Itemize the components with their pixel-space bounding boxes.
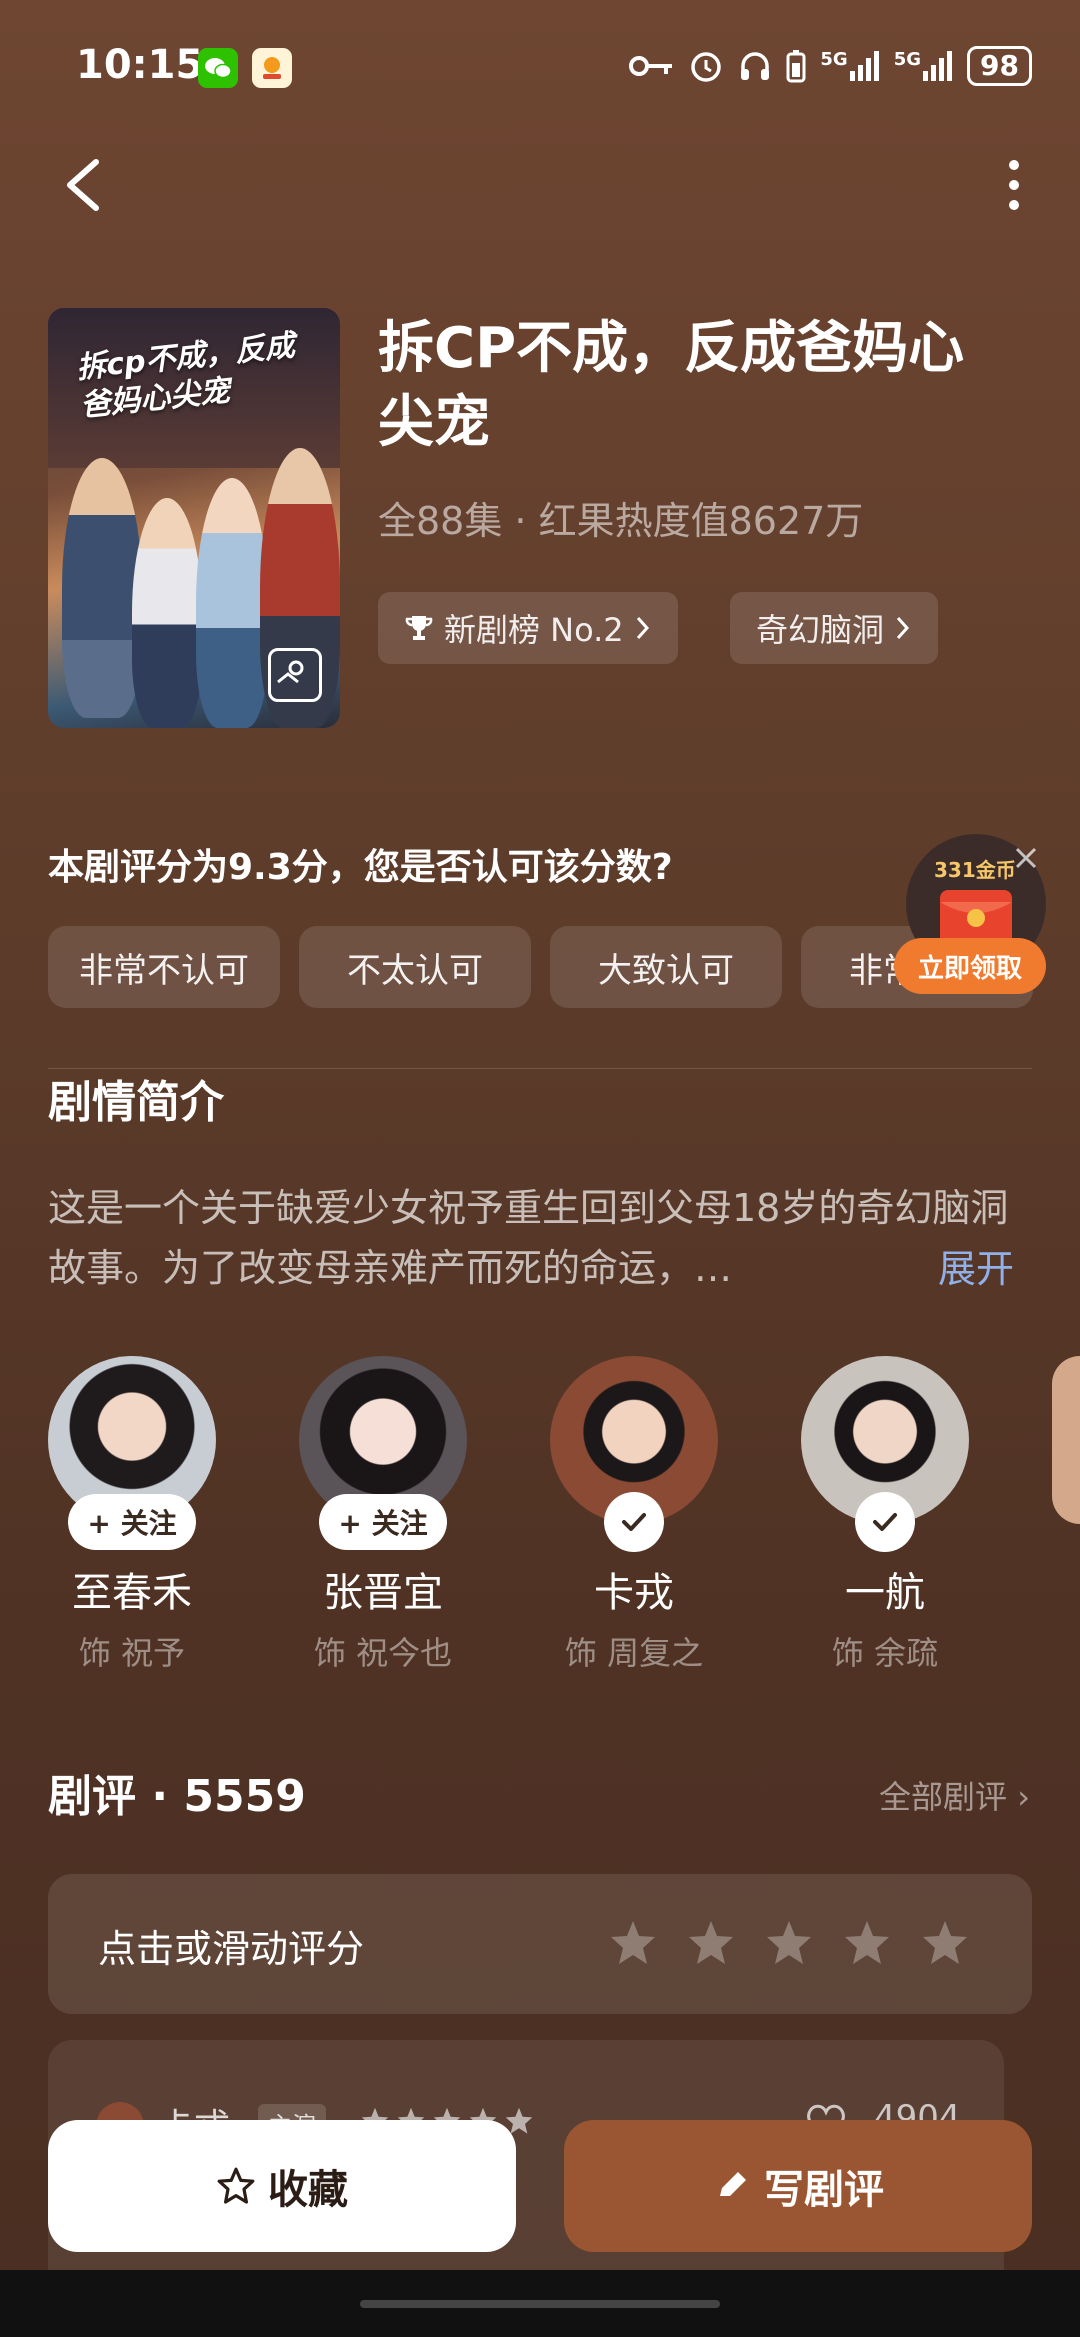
cast-member[interactable]: + 关注 至春禾 饰 祝予 <box>48 1356 216 1674</box>
avatar: + 关注 <box>48 1356 216 1550</box>
followed-indicator[interactable] <box>604 1492 664 1552</box>
cast-name: 卡戎 <box>594 1570 674 1616</box>
rate-prompt: 点击或滑动评分 <box>98 1927 365 1971</box>
star-outline-icon <box>217 2167 255 2204</box>
status-time: 10:15 <box>76 42 204 88</box>
drama-poster[interactable]: 拆cp不成，反成爸妈心尖宠 <box>48 308 340 728</box>
option-strongly-disagree[interactable]: 非常不认可 <box>48 926 280 1008</box>
star-icon[interactable] <box>608 1918 658 1968</box>
option-disagree[interactable]: 不太认可 <box>299 926 531 1008</box>
check-icon <box>873 1513 897 1531</box>
claim-button[interactable]: 立即领取 <box>894 938 1046 994</box>
chevron-right-icon <box>896 616 910 640</box>
battery-saver-icon <box>786 50 806 83</box>
app-icon <box>252 48 292 88</box>
headphones-icon <box>741 52 770 80</box>
cast-role: 饰 余疏 <box>831 1634 939 1672</box>
cast-role: 饰 祝予 <box>78 1634 186 1672</box>
gesture-handle[interactable] <box>360 2300 720 2308</box>
signal-2-icon: 5G <box>894 51 953 81</box>
cast-member[interactable]: 卡戎 饰 周复之 <box>550 1356 718 1674</box>
rank-chip[interactable]: 新剧榜 No.2 <box>378 592 678 664</box>
option-agree[interactable]: 大致认可 <box>550 926 782 1008</box>
expand-link[interactable]: 展开 <box>938 1238 1014 1293</box>
drama-meta: 全88集 · 红果热度值8627万 <box>378 499 864 543</box>
cast-member[interactable]: + 关注 张晋宜 饰 祝今也 <box>299 1356 467 1674</box>
favorite-label: 收藏 <box>268 2167 348 2213</box>
cast-overflow-avatar <box>1052 1356 1080 1524</box>
rank-chip-label: 新剧榜 No.2 <box>444 611 624 649</box>
synopsis-title: 剧情简介 <box>48 1077 224 1128</box>
favorite-button[interactable]: 收藏 <box>48 2120 516 2252</box>
back-button[interactable] <box>56 150 112 220</box>
avatar <box>801 1356 969 1552</box>
check-icon <box>622 1513 646 1531</box>
cast-member[interactable]: 一航 饰 余疏 <box>801 1356 969 1674</box>
pencil-icon <box>720 2172 746 2196</box>
reward-widget[interactable]: 331金币 立即领取 <box>894 834 1046 1004</box>
rating-question: 本剧评分为9.3分，您是否认可该分数? <box>48 847 673 888</box>
cast-name: 至春禾 <box>72 1570 192 1616</box>
more-vertical-icon <box>1009 160 1019 210</box>
close-icon[interactable] <box>1012 844 1040 872</box>
wechat-icon <box>198 48 238 88</box>
chevron-left-icon <box>67 159 99 211</box>
alarm-icon <box>691 52 722 82</box>
follow-button[interactable]: + 关注 <box>319 1494 447 1550</box>
avatar <box>550 1356 718 1552</box>
cast-role: 饰 祝今也 <box>313 1634 453 1672</box>
reward-coins: 331金币 <box>934 858 1016 882</box>
star-icon[interactable] <box>686 1918 736 1968</box>
cast-role: 饰 周复之 <box>564 1634 704 1672</box>
gallery-icon[interactable] <box>268 648 322 702</box>
divider <box>48 1068 1032 1069</box>
star-icon[interactable] <box>842 1918 892 1968</box>
battery-indicator: 98 <box>967 46 1032 86</box>
write-review-label: 写剧评 <box>764 2167 884 2213</box>
genre-chip[interactable]: 奇幻脑洞 <box>730 592 939 664</box>
followed-indicator[interactable] <box>855 1492 915 1552</box>
cast-name: 张晋宜 <box>323 1570 443 1616</box>
reviews-header: 剧评 · 5559 <box>48 1771 306 1822</box>
more-button[interactable] <box>984 150 1044 220</box>
follow-button[interactable]: + 关注 <box>68 1494 196 1550</box>
star-icon[interactable] <box>920 1918 970 1968</box>
star-icon[interactable] <box>764 1918 814 1968</box>
synopsis-text: 这是一个关于缺爱少女祝予重生回到父母18岁的奇幻脑洞故事。为了改变母亲难产而死的… <box>48 1186 1009 1290</box>
avatar: + 关注 <box>299 1356 467 1550</box>
drama-title: 拆CP不成，反成爸妈心尖宠 <box>378 316 965 455</box>
rate-box[interactable]: 点击或滑动评分 <box>48 1874 1032 2014</box>
cast-name: 一航 <box>845 1570 925 1616</box>
status-icons: 5G 5G 98 <box>628 46 1032 86</box>
genre-chip-label: 奇幻脑洞 <box>756 611 885 649</box>
key-icon <box>629 56 673 76</box>
trophy-icon <box>405 616 433 640</box>
chevron-right-icon <box>636 616 649 640</box>
write-review-button[interactable]: 写剧评 <box>564 2120 1032 2252</box>
all-reviews-link[interactable]: 全部剧评 › <box>879 1772 1030 1818</box>
signal-1-icon: 5G <box>820 51 879 81</box>
